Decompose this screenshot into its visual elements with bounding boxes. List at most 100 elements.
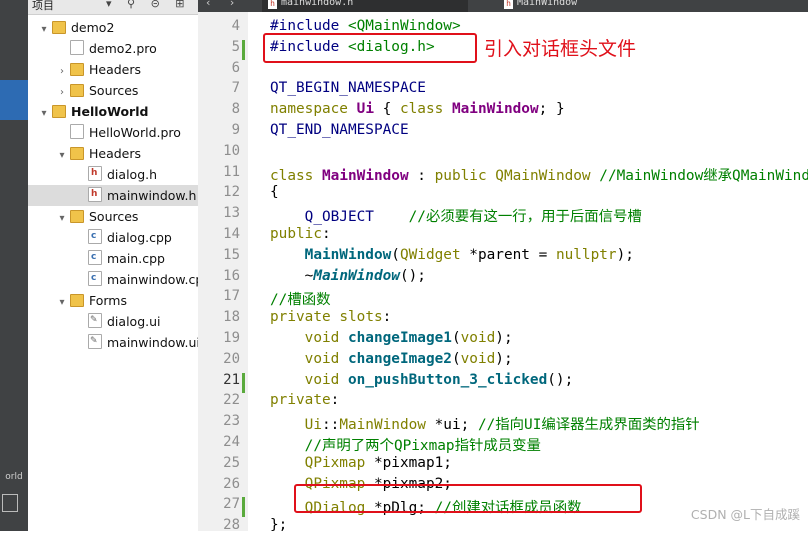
line-number: 10 (223, 142, 240, 159)
modified-line-marker (242, 39, 245, 60)
highlight-box-include (263, 33, 477, 63)
hfile-icon (88, 163, 102, 184)
line-number: 23 (223, 413, 240, 430)
expand-arrow-icon[interactable]: › (56, 61, 68, 82)
line-number: 27 (223, 496, 240, 513)
pro-icon (70, 124, 84, 139)
expand-arrow-icon[interactable]: › (56, 82, 68, 103)
tree-item-label: demo2 (71, 20, 115, 35)
modified-line-marker (242, 497, 245, 518)
code-line[interactable]: QT_BEGIN_NAMESPACE (270, 80, 426, 96)
code-line[interactable]: //声明了两个QPixmap指针成员变量 (270, 434, 541, 455)
tree-item[interactable]: dialog.h (28, 163, 198, 185)
tree-item[interactable]: ▾ HelloWorld (28, 101, 198, 122)
tree-item-label: Headers (89, 146, 142, 161)
line-number: 5 (231, 38, 240, 55)
watermark: CSDN @L下自成蹊 (690, 507, 800, 522)
folder-icon (70, 147, 84, 160)
tree-item[interactable]: mainwindow.cpp (28, 268, 198, 290)
code-editor[interactable]: #include <QMainWindow> #include <dialog.h… (250, 12, 808, 531)
tree-item-label: Sources (89, 83, 139, 98)
cfile-icon (88, 268, 102, 289)
mode-edit-highlight[interactable] (0, 80, 28, 120)
code-line[interactable]: private: (270, 392, 339, 408)
tree-item-label: main.cpp (107, 251, 165, 266)
code-line[interactable]: //槽函数 (270, 288, 331, 309)
header-file-icon: h (268, 0, 277, 9)
line-number: 19 (223, 330, 240, 346)
tree-item[interactable]: ▾ Headers (28, 143, 198, 164)
expand-arrow-icon[interactable]: ▾ (56, 292, 68, 313)
line-number: 6 (231, 59, 240, 76)
expand-arrow-icon[interactable]: ▾ (38, 103, 50, 124)
tree-item-label: Headers (89, 62, 142, 77)
code-line[interactable]: QT_END_NAMESPACE (270, 122, 409, 138)
line-number: 7 (231, 80, 240, 97)
tree-item[interactable]: dialog.cpp (28, 226, 198, 248)
tree-item-label: dialog.h (107, 167, 158, 182)
project-tree-title[interactable]: 项目 (32, 0, 54, 13)
line-number: 11 (223, 163, 240, 180)
tree-item[interactable]: ▾ demo2 (28, 17, 198, 38)
project-tree: 项目 ▾ ⚲ ⊝ ⊞ ▾ demo2 demo2.pro › Headers › Sourc… (28, 0, 199, 531)
line-number: 13 (223, 205, 240, 222)
tree-item[interactable]: ▾ Sources (28, 206, 198, 227)
code-line[interactable]: class MainWindow : public QMainWindow //… (270, 164, 808, 185)
expand-arrow-icon[interactable]: ▾ (38, 19, 50, 40)
code-line[interactable]: MainWindow(QWidget *parent = nullptr); (270, 247, 634, 263)
symbol-label: MainWindow (517, 0, 578, 8)
code-line[interactable]: private slots: (270, 309, 391, 325)
tree-item[interactable]: ▾ Forms (28, 290, 198, 311)
line-number: 8 (231, 101, 240, 118)
code-line[interactable]: void changeImage2(void); (270, 351, 513, 367)
mode-sidebar: orld (0, 0, 28, 531)
code-line[interactable]: #include <QMainWindow> (270, 18, 461, 34)
code-line[interactable]: void changeImage1(void); (270, 330, 513, 346)
tree-item[interactable]: mainwindow.ui (28, 331, 198, 353)
symbol-selector[interactable]: h MainWindow (498, 0, 577, 9)
line-number: 15 (223, 246, 240, 263)
tree-item[interactable]: › Headers (28, 59, 198, 80)
code-line[interactable]: void on_pushButton_3_clicked(); (270, 372, 574, 388)
code-line[interactable]: QPixmap *pixmap1; (270, 455, 452, 471)
line-number: 9 (231, 122, 240, 138)
line-number: 26 (223, 475, 240, 492)
proj-icon (52, 105, 66, 118)
tree-item-label: Sources (89, 209, 139, 224)
code-line[interactable]: { (270, 184, 279, 200)
tree-item[interactable]: dialog.ui (28, 310, 198, 332)
line-number: 18 (223, 309, 240, 326)
tree-item[interactable]: mainwindow.h (28, 184, 198, 206)
line-number: 12 (223, 184, 240, 201)
code-line[interactable]: namespace Ui { class MainWindow; } (270, 101, 565, 117)
expand-arrow-icon[interactable]: ▾ (56, 145, 68, 166)
folder-icon (70, 210, 84, 223)
tree-item-label: Forms (89, 293, 128, 308)
code-line[interactable]: Ui::MainWindow *ui; //指向UI编译器生成界面类的指针 (270, 413, 700, 434)
code-line[interactable]: Q_OBJECT //必须要有这一行，用于后面信号槽 (270, 205, 642, 226)
line-number: 24 (223, 434, 240, 450)
forms-icon (70, 294, 84, 307)
code-line[interactable]: public: (270, 226, 331, 242)
tree-item[interactable]: › Sources (28, 80, 198, 101)
code-line[interactable]: ~MainWindow(); (270, 268, 426, 284)
line-number: 16 (223, 267, 240, 284)
nav-arrows-icon[interactable]: ‹ › (206, 0, 242, 9)
tree-toolbar-icons[interactable]: ▾ ⚲ ⊝ ⊞ (106, 0, 191, 10)
tree-item[interactable]: HelloWorld.pro (28, 122, 198, 143)
tree-item-label: dialog.cpp (107, 230, 172, 245)
line-number: 17 (223, 288, 240, 305)
tree-item-label: HelloWorld.pro (89, 125, 181, 140)
tree-item-label: mainwindow.cpp (107, 272, 198, 287)
code-line[interactable]: }; (270, 517, 287, 531)
line-number: 4 (231, 18, 240, 34)
folder-icon (70, 84, 84, 97)
expand-arrow-icon[interactable]: ▾ (56, 208, 68, 229)
line-number: 25 (223, 454, 240, 471)
tree-item[interactable]: main.cpp (28, 247, 198, 269)
hfile-icon (88, 184, 102, 205)
tree-item[interactable]: demo2.pro (28, 38, 198, 59)
tab-label: mainwindow.h (281, 0, 354, 8)
device-icon[interactable] (2, 494, 18, 512)
tab-mainwindow-h[interactable]: h mainwindow.h (262, 0, 468, 12)
